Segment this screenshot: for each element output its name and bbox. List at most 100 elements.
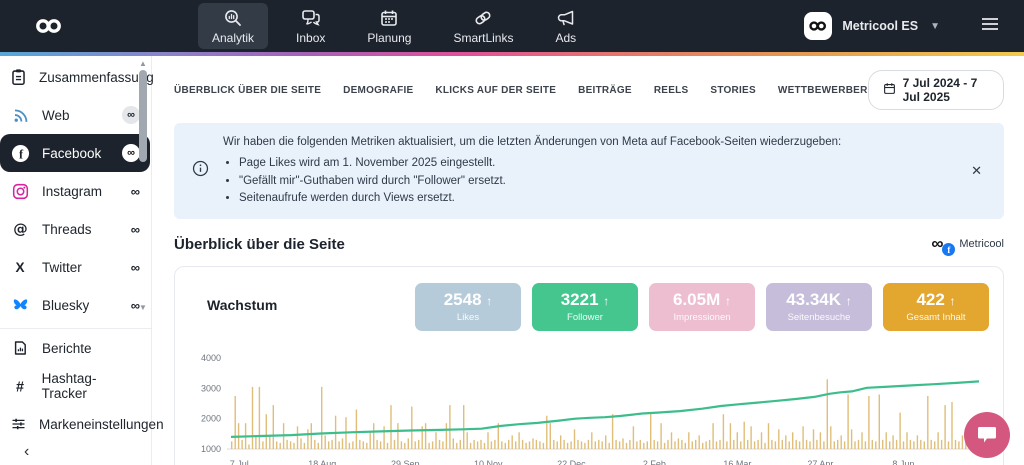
analytics-tabs: ÜBERBLICK ÜBER DIE SEITE DEMOGRAFIE KLICKS… — [174, 85, 868, 96]
stat-card-seitenbesuche[interactable]: 43.34K ↑ Seitenbesuche — [766, 283, 872, 331]
scroll-down-icon[interactable]: ▼ — [139, 304, 147, 312]
chat-bubble-icon — [976, 425, 998, 445]
sidebar-networks-list: ZusammenfassungWeb∞fFacebook∞Instagram∞@… — [0, 58, 151, 329]
banner-bullet-list: Page Likes wird am 1. November 2025 eing… — [223, 155, 841, 208]
follower-line — [231, 382, 979, 438]
up-arrow-icon: ↑ — [950, 294, 956, 308]
sidebar-item-label: Zusammenfassung — [39, 70, 154, 85]
up-arrow-icon: ↑ — [725, 294, 731, 308]
stat-card-follower[interactable]: 3221 ↑ Follower — [532, 283, 638, 331]
threads-icon: @ — [10, 220, 30, 238]
metricool-infinity-icon: ∞ f — [931, 234, 953, 254]
sidebar-item-label: Twitter — [42, 260, 82, 275]
hamburger-menu-icon[interactable] — [982, 17, 998, 35]
growth-title: Wachstum — [207, 297, 277, 313]
nav-item-inbox[interactable]: Inbox — [282, 3, 339, 49]
tab-wettbewerber[interactable]: WETTBEWERBER — [778, 85, 868, 96]
nav-item-label: Ads — [555, 31, 576, 45]
nav-item-analytik[interactable]: Analytik — [198, 3, 268, 49]
x-axis-tick: 10 Nov — [474, 459, 503, 465]
facebook-badge-icon: f — [942, 243, 955, 256]
sidebar-item-markeneinstellungen[interactable]: Markeneinstellungen — [0, 405, 150, 443]
stat-label: Gesamt Inhalt — [906, 312, 965, 323]
stat-value: 6.05M — [673, 290, 720, 309]
top-navigation: Analytik Inbox Planung SmartLinks Ads Metric… — [0, 0, 1024, 52]
sidebar-item-berichte[interactable]: Berichte — [0, 329, 150, 367]
sidebar-item-threads[interactable]: @Threads∞ — [0, 210, 150, 248]
banner-bullet: Page Likes wird am 1. November 2025 eing… — [239, 155, 841, 173]
x-axis-tick: 27 Apr — [807, 459, 833, 465]
page-title: Überblick über die Seite — [174, 236, 345, 253]
report-icon — [10, 339, 30, 357]
connected-account-label: Metricool — [959, 238, 1004, 250]
x-axis-tick: 2 Feb — [643, 459, 666, 465]
sidebar-item-instagram[interactable]: Instagram∞ — [0, 172, 150, 210]
nav-item-planung[interactable]: Planung — [353, 3, 425, 49]
inbox-chat-icon — [301, 8, 321, 28]
x-axis-tick: 8 Jun — [892, 459, 914, 465]
sidebar-item-label: Threads — [42, 222, 92, 237]
sidebar-item-label: Instagram — [42, 184, 102, 199]
x-axis-tick: 16 Mar — [723, 459, 751, 465]
nav-item-label: Planung — [367, 31, 411, 45]
account-name: Metricool ES — [842, 19, 918, 33]
chevron-down-icon: ▼ — [930, 21, 940, 32]
account-switcher[interactable]: Metricool ES ▼ — [804, 12, 940, 40]
tab-berblick-ber-die-seite[interactable]: ÜBERBLICK ÜBER DIE SEITE — [174, 85, 321, 96]
sidebar-item-twitter[interactable]: XTwitter∞ — [0, 248, 150, 286]
sidebar-item-web[interactable]: Web∞ — [0, 96, 150, 134]
x-axis-tick: 22 Dec — [557, 459, 586, 465]
sidebar-scrollbar[interactable]: ▲ ▼ — [138, 60, 148, 312]
stat-card-gesamt-inhalt[interactable]: 422 ↑ Gesamt Inhalt — [883, 283, 989, 331]
metricool-logo-icon[interactable] — [34, 18, 68, 34]
tab-stories[interactable]: STORIES — [710, 85, 755, 96]
date-range-picker[interactable]: 7 Jul 2024 - 7 Jul 2025 — [868, 70, 1004, 110]
links-icon — [473, 8, 493, 28]
scrollbar-thumb[interactable] — [139, 70, 147, 162]
y-axis-tick: 1000 — [201, 444, 221, 454]
up-arrow-icon: ↑ — [603, 294, 609, 308]
stat-card-impressionen[interactable]: 6.05M ↑ Impressionen — [649, 283, 755, 331]
stat-label: Impressionen — [673, 312, 730, 323]
sliders-icon — [10, 416, 27, 432]
sidebar-collapse-button[interactable]: ‹ — [24, 443, 151, 461]
nav-item-smartlinks[interactable]: SmartLinks — [439, 3, 527, 49]
nav-item-label: Inbox — [296, 31, 325, 45]
sidebar-item-label: Facebook — [42, 146, 101, 161]
sidebar-item-hashtag-tracker[interactable]: #Hashtag-Tracker — [0, 367, 150, 405]
tab-klicks-auf-der-seite[interactable]: KLICKS AUF DER SEITE — [435, 85, 556, 96]
x-axis-tick: 7 Jul — [230, 459, 249, 465]
stat-value: 43.34K — [786, 290, 841, 309]
stat-value: 3221 — [561, 290, 599, 309]
x-axis-tick: 29 Sep — [391, 459, 420, 465]
stat-card-likes[interactable]: 2548 ↑ Likes — [415, 283, 521, 331]
banner-close-button[interactable]: ✕ — [967, 159, 986, 183]
nav-item-ads[interactable]: Ads — [541, 3, 590, 49]
sidebar-item-zusammenfassung[interactable]: Zusammenfassung — [0, 58, 150, 96]
y-axis-tick: 3000 — [201, 384, 221, 394]
sidebar-item-facebook[interactable]: fFacebook∞ — [0, 134, 150, 172]
meta-update-banner: Wir haben die folgenden Metriken aktuali… — [174, 123, 1004, 219]
rss-icon — [10, 107, 30, 124]
connected-account-chip[interactable]: ∞ f Metricool — [931, 234, 1004, 254]
nav-item-label: Analytik — [212, 31, 254, 45]
y-axis-tick: 4000 — [201, 353, 221, 363]
stat-label: Follower — [567, 312, 603, 323]
sidebar-item-label: Web — [42, 108, 70, 123]
support-chat-button[interactable] — [964, 412, 1010, 458]
tab-demografie[interactable]: DEMOGRAFIE — [343, 85, 413, 96]
tab-reels[interactable]: REELS — [654, 85, 689, 96]
analytics-search-icon — [223, 8, 243, 28]
scroll-up-icon[interactable]: ▲ — [139, 60, 147, 68]
tab-beitr-ge[interactable]: BEITRÄGE — [578, 85, 632, 96]
stat-label: Likes — [457, 312, 479, 323]
up-arrow-icon: ↑ — [846, 294, 852, 308]
growth-card: Wachstum 2548 ↑ Likes3221 ↑ Follower6.05… — [174, 266, 1004, 465]
clipboard-icon — [10, 68, 27, 86]
svg-text:#: # — [16, 379, 24, 394]
megaphone-icon — [556, 8, 576, 28]
main-content: ÜBERBLICK ÜBER DIE SEITE DEMOGRAFIE KLICKS… — [152, 56, 1024, 465]
activity-bars — [231, 380, 977, 450]
sidebar-item-bluesky[interactable]: Bluesky∞ — [0, 286, 150, 324]
info-icon — [192, 160, 209, 182]
